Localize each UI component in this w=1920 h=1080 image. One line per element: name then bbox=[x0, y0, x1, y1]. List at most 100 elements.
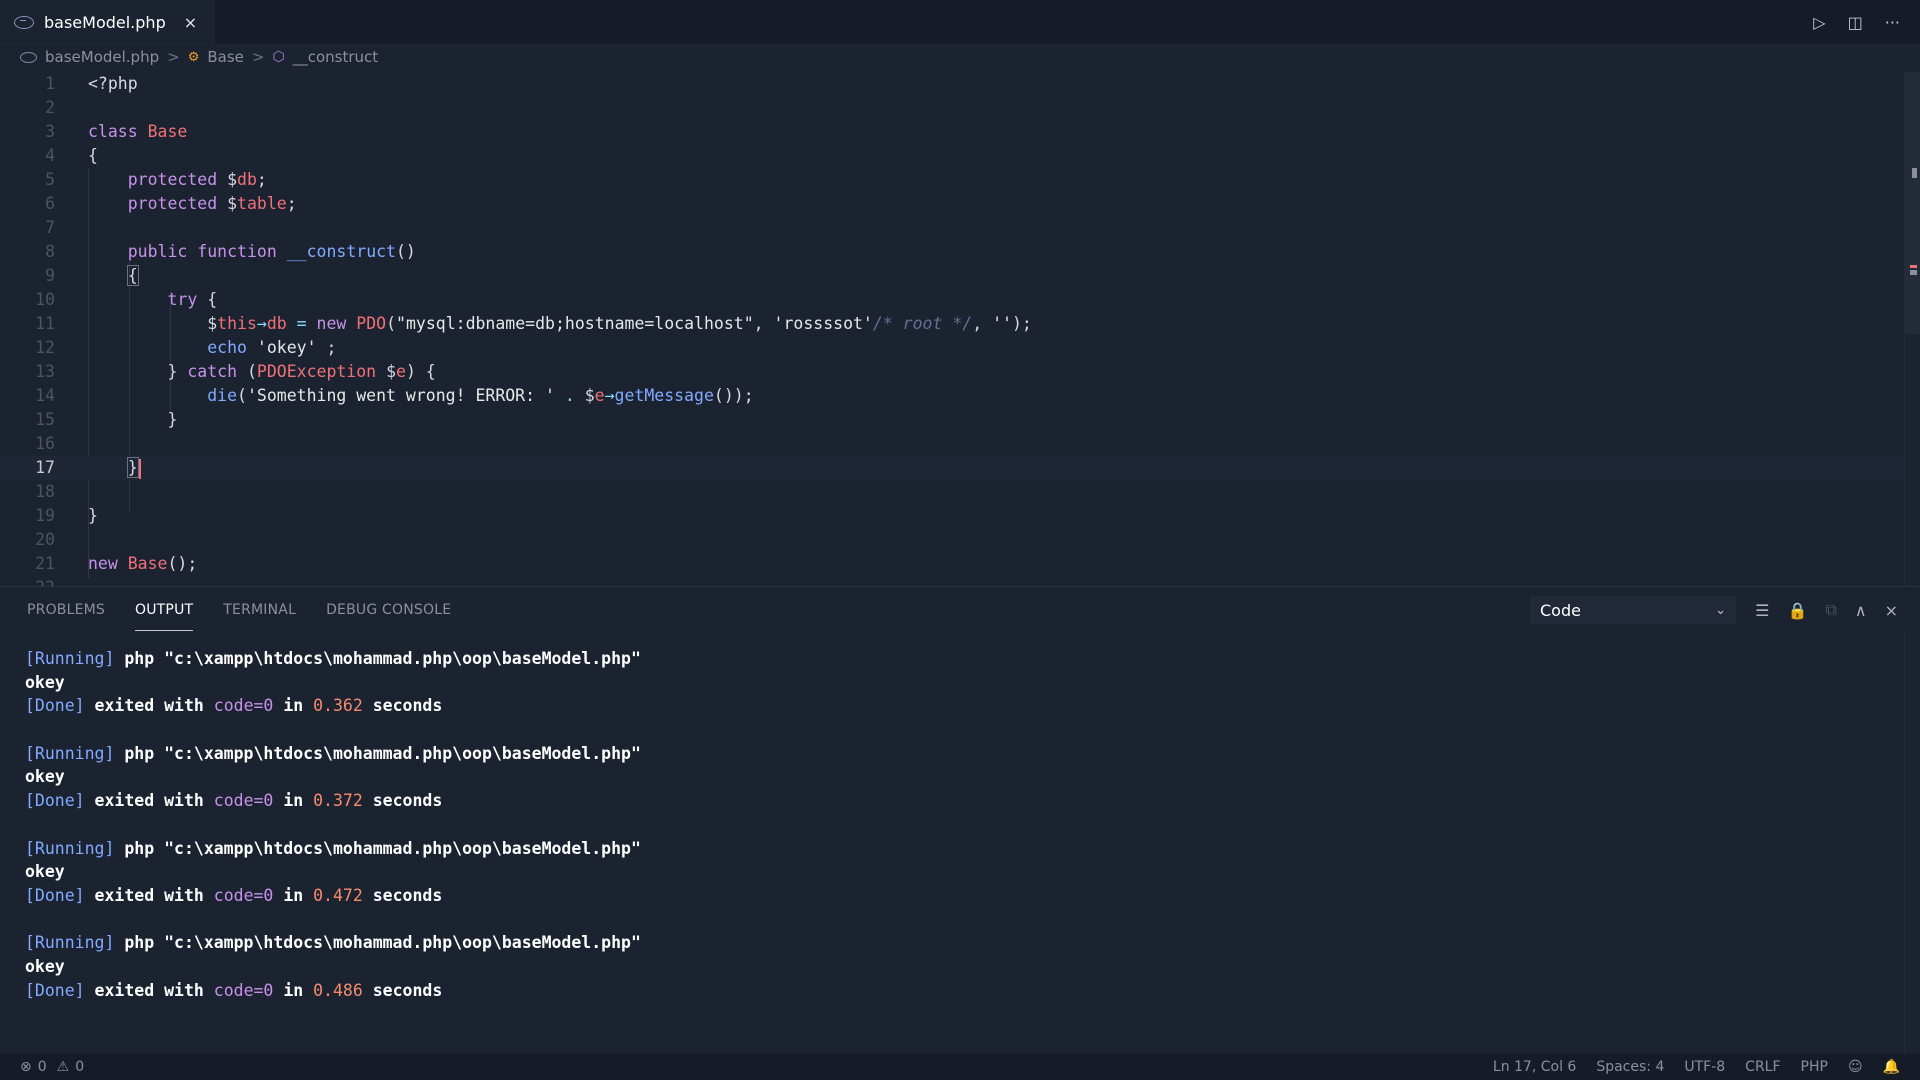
code-line: 22 bbox=[0, 576, 1905, 586]
code-token: ; bbox=[256, 170, 267, 189]
code-token: e bbox=[594, 386, 605, 405]
code-token: ( bbox=[386, 314, 397, 333]
cursor-position[interactable]: Ln 17, Col 6 bbox=[1493, 1059, 1576, 1075]
code-token: → bbox=[604, 386, 615, 405]
line-number: 20 bbox=[35, 530, 55, 549]
code-token: $ bbox=[227, 194, 238, 213]
line-number: 22 bbox=[0, 576, 55, 586]
line-number: 18 bbox=[35, 482, 55, 501]
code-editor[interactable]: 1 <?php 2 3 class Base 4{ 5 protected $db;… bbox=[0, 72, 1920, 586]
code-token: } bbox=[88, 506, 98, 525]
output-blank bbox=[25, 908, 641, 932]
code-token: Base bbox=[147, 122, 188, 141]
code-line: 4{ bbox=[0, 144, 1905, 168]
done-tag: [Done] bbox=[25, 885, 85, 905]
panel-tabs: PROBLEMS OUTPUT TERMINAL DEBUG CONSOLE bbox=[27, 587, 451, 633]
output-channel-select[interactable]: Code ⌄ bbox=[1530, 596, 1736, 624]
tab-problems[interactable]: PROBLEMS bbox=[27, 587, 105, 633]
done-tag: [Done] bbox=[25, 791, 85, 811]
code-token: new bbox=[88, 554, 118, 573]
panel-scrollbar[interactable] bbox=[1904, 633, 1920, 1055]
breadcrumb-class[interactable]: Base bbox=[207, 48, 244, 66]
warning-icon: ⚠ bbox=[56, 1059, 70, 1075]
scrollbar-marker bbox=[1910, 270, 1917, 275]
output-line: [Done] exited with code=0 in 0.486 secon… bbox=[25, 979, 641, 1003]
code-line: 8 public function __construct() bbox=[0, 240, 1905, 264]
exit-text: exited with bbox=[94, 696, 204, 716]
tab-terminal[interactable]: TERMINAL bbox=[223, 587, 296, 633]
problems-status[interactable]: ⊗ 0 ⚠ 0 bbox=[20, 1054, 84, 1080]
done-tag: [Done] bbox=[25, 696, 85, 716]
code-token: getMessage bbox=[614, 386, 714, 405]
exit-code: code=0 bbox=[213, 696, 274, 716]
line-number: 14 bbox=[35, 386, 55, 405]
bottom-panel: PROBLEMS OUTPUT TERMINAL DEBUG CONSOLE C… bbox=[0, 586, 1920, 1055]
breadcrumb-file[interactable]: baseModel.php bbox=[45, 48, 159, 66]
code-token: → bbox=[256, 314, 267, 333]
php-file-icon bbox=[20, 51, 37, 63]
output-line: okey bbox=[25, 672, 65, 692]
exit-text: exited with bbox=[94, 885, 204, 905]
code-token: protected bbox=[127, 194, 218, 213]
chevron-down-icon: ⌄ bbox=[1715, 602, 1726, 618]
line-number: 15 bbox=[35, 410, 55, 429]
code-line: 1 <?php bbox=[0, 72, 1905, 96]
line-number: 7 bbox=[45, 218, 55, 237]
code-token: new bbox=[316, 314, 347, 333]
code-token: 'Something went wrong! ERROR: ' bbox=[246, 386, 555, 405]
breadcrumb-method[interactable]: __construct bbox=[293, 48, 378, 66]
notifications-bell-icon[interactable]: 🔔 bbox=[1883, 1059, 1900, 1075]
run-icon[interactable]: ▷ bbox=[1813, 13, 1825, 32]
close-tab-icon[interactable]: × bbox=[184, 13, 197, 32]
error-count: 0 bbox=[37, 1059, 47, 1075]
run-command: php "c:\xampp\htdocs\mohammad.php\oop\ba… bbox=[124, 649, 641, 668]
editor-scrollbar-thumb[interactable] bbox=[1905, 72, 1920, 334]
code-token: echo bbox=[207, 338, 247, 357]
code-token: $ bbox=[227, 170, 238, 189]
copy-icon[interactable]: ⧉ bbox=[1825, 600, 1836, 620]
code-token: ) { bbox=[405, 362, 436, 381]
line-number: 11 bbox=[35, 314, 55, 333]
code-token: PDOException bbox=[256, 362, 377, 381]
tab-basemodel-php[interactable]: baseModel.php × bbox=[0, 0, 216, 44]
seconds-text: seconds bbox=[372, 791, 443, 811]
clear-output-icon[interactable]: ☰ bbox=[1755, 601, 1769, 620]
split-editor-icon[interactable]: ◫ bbox=[1848, 13, 1863, 32]
seconds-text: seconds bbox=[372, 885, 443, 905]
in-text: in bbox=[283, 791, 304, 811]
code-token: 'rossssot' bbox=[773, 314, 873, 333]
code-line: 10 try { bbox=[0, 288, 1905, 312]
code-token: db bbox=[266, 314, 287, 333]
done-tag: [Done] bbox=[25, 980, 85, 1000]
code-token: } bbox=[167, 362, 188, 381]
tab-output[interactable]: OUTPUT bbox=[135, 587, 194, 633]
method-symbol-icon: ⬡ bbox=[272, 49, 285, 65]
language-mode[interactable]: PHP bbox=[1801, 1059, 1828, 1075]
code-token: __construct bbox=[286, 242, 396, 261]
more-actions-icon[interactable]: ··· bbox=[1885, 13, 1900, 32]
maximize-panel-icon[interactable]: ∧ bbox=[1855, 601, 1867, 620]
exit-text: exited with bbox=[94, 791, 204, 811]
close-panel-icon[interactable]: × bbox=[1885, 601, 1898, 620]
code-token: , bbox=[972, 314, 993, 333]
code-token: <?php bbox=[88, 74, 138, 93]
code-token: () bbox=[396, 242, 416, 261]
encoding[interactable]: UTF-8 bbox=[1684, 1059, 1725, 1075]
run-command: php "c:\xampp\htdocs\mohammad.php\oop\ba… bbox=[124, 743, 641, 763]
end-of-line[interactable]: CRLF bbox=[1745, 1059, 1780, 1075]
output-log: [Running] php "c:\xampp\htdocs\mohammad.… bbox=[25, 647, 641, 1002]
text-cursor bbox=[138, 458, 141, 479]
line-number: 9 bbox=[45, 266, 55, 285]
lock-scroll-icon[interactable]: 🔒 bbox=[1788, 601, 1808, 620]
exit-text: exited with bbox=[94, 980, 204, 1000]
code-token: ( bbox=[237, 386, 247, 405]
in-text: in bbox=[283, 696, 304, 716]
output-line: okey bbox=[25, 862, 65, 882]
code-line: 9 { bbox=[0, 264, 1905, 288]
status-right: Ln 17, Col 6 Spaces: 4 UTF-8 CRLF PHP ☺ … bbox=[1493, 1054, 1900, 1080]
scrollbar-marker bbox=[1910, 265, 1917, 268]
indentation[interactable]: Spaces: 4 bbox=[1596, 1059, 1664, 1075]
feedback-icon[interactable]: ☺ bbox=[1848, 1059, 1863, 1075]
tab-debug-console[interactable]: DEBUG CONSOLE bbox=[326, 587, 451, 633]
code-line: 3 class Base bbox=[0, 120, 1905, 144]
